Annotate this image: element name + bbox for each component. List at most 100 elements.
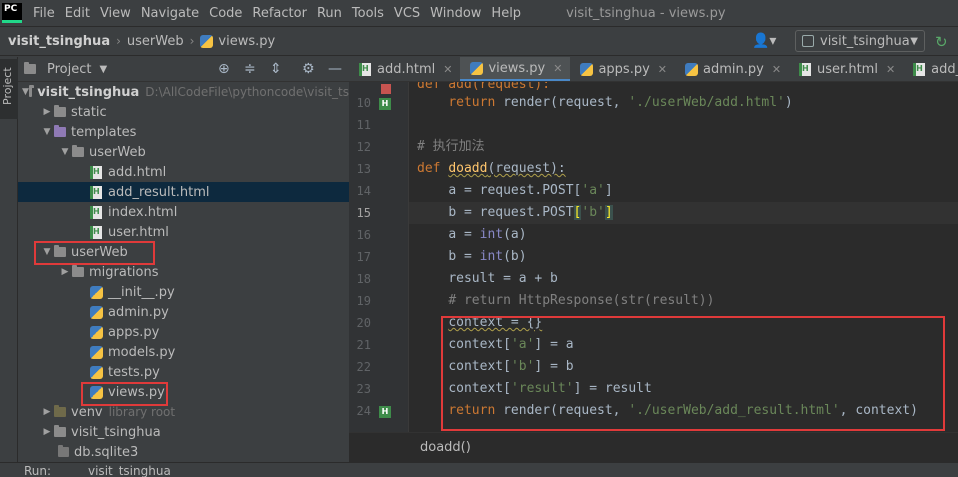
close-icon[interactable]: ✕ [658,63,667,76]
menu-run[interactable]: Run [312,6,347,21]
tree-item-label: tests.py [108,364,160,380]
editor-breadcrumb: doadd() [349,432,958,462]
tree-item-label: userWeb [89,144,146,160]
collapse-all-icon[interactable]: ≑ [244,61,256,77]
pycharm-logo-icon: PC [2,3,22,23]
chevron-down-icon[interactable]: ▼ [58,147,72,157]
tree-item-label: static [71,104,107,120]
folder-icon [72,265,84,277]
tab-add-html[interactable]: add.html ✕ [349,57,460,81]
code-line-12: # 执行加法 [417,136,485,158]
code-line-16: a = int(a) [417,224,526,246]
chevron-right-icon[interactable]: ▶ [40,107,54,117]
line-number: 10 [356,96,371,110]
project-view-title[interactable]: Project [47,62,91,77]
folder-icon [28,85,35,97]
menu-help[interactable]: Help [486,6,526,21]
tree-item-label: venv [71,404,103,420]
tree-item-label: index.html [108,204,178,220]
menu-vcs[interactable]: VCS [389,6,425,21]
template-link-icon[interactable]: H [379,98,391,110]
code-token: ] [604,205,613,220]
code-token: b = [448,249,480,264]
project-tree: ▼ visit_tsinghua D:\AllCodeFile\pythonco… [18,82,349,462]
line-number: 14 [356,184,371,198]
breadcrumb: visit_tsinghua › userWeb › views.py [8,34,275,49]
tree-item-migrations[interactable]: ▶ migrations [18,262,349,282]
tree-item-static[interactable]: ▶ static [18,102,349,122]
tree-item-label: templates [71,124,137,140]
menu-window[interactable]: Window [425,6,486,21]
run-configuration-select[interactable]: visit_tsinghua ▼ [795,30,925,52]
run-icon[interactable]: ↻ [935,33,948,51]
tree-item-views-py[interactable]: views.py [18,382,349,402]
tree-item-admin-py[interactable]: admin.py [18,302,349,322]
menu-edit[interactable]: Edit [60,6,95,21]
menu-view[interactable]: View [95,6,136,21]
folder-icon [54,105,66,117]
tree-item-tests-py[interactable]: tests.py [18,362,349,382]
tab-add-result-html[interactable]: add_result.html [903,57,958,81]
tree-item-templates[interactable]: ▼ templates [18,122,349,142]
tree-item-db[interactable]: db.sqlite3 [18,442,349,462]
tree-item-templates-userweb[interactable]: ▼ userWeb [18,142,349,162]
menu-code[interactable]: Code [204,6,247,21]
menu-navigate[interactable]: Navigate [136,6,204,21]
tree-item-root[interactable]: ▼ visit_tsinghua D:\AllCodeFile\pythonco… [18,82,349,102]
tab-views-py[interactable]: views.py ✕ [460,57,571,81]
chevron-right-icon[interactable]: ▶ [40,427,54,437]
chevron-down-icon[interactable]: ▼ [22,87,29,97]
code-comment: # return HttpResponse(str(result)) [448,293,715,308]
tree-item-label: admin.py [108,304,169,320]
tree-item-init-py[interactable]: __init__.py [18,282,349,302]
close-icon[interactable]: ✕ [886,63,895,76]
menu-bar: PC File Edit View Navigate Code Refactor… [0,0,958,26]
override-marker-icon[interactable] [381,84,391,94]
tree-item-add-html[interactable]: add.html [18,162,349,182]
folder-icon [54,405,66,417]
chevron-down-icon[interactable]: ▼ [99,64,107,75]
close-icon[interactable]: ✕ [553,62,562,75]
menu-file[interactable]: File [28,6,60,21]
tab-user-html[interactable]: user.html ✕ [789,57,903,81]
tab-admin-py[interactable]: admin.py ✕ [675,57,789,81]
locate-file-icon[interactable]: ⊕ [218,61,230,77]
editor-tab-bar: add.html ✕ views.py ✕ apps.py ✕ admin.py… [349,57,958,82]
tree-item-user-html[interactable]: user.html [18,222,349,242]
tree-item-index-html[interactable]: index.html [18,202,349,222]
editor-breadcrumb-function[interactable]: doadd() [420,440,471,455]
tree-item-apps-py[interactable]: apps.py [18,322,349,342]
tab-apps-py[interactable]: apps.py ✕ [570,57,675,81]
tree-item-add-result-html[interactable]: add_result.html [18,182,349,202]
project-folder-icon [24,62,36,74]
chevron-right-icon[interactable]: ▶ [58,267,72,277]
tab-label: views.py [488,60,546,76]
tree-item-venv[interactable]: ▶ venv library root [18,402,349,422]
hide-panel-icon[interactable]: — [328,61,342,77]
chevron-down-icon[interactable]: ▼ [40,127,54,137]
gear-icon[interactable]: ⚙ [302,61,315,77]
menu-refactor[interactable]: Refactor [247,6,312,21]
chevron-right-icon[interactable]: ▶ [40,407,54,417]
tab-label: admin.py [703,62,764,77]
tree-item-visit-pkg[interactable]: ▶ visit_tsinghua [18,422,349,442]
breadcrumb-project[interactable]: visit_tsinghua [8,34,110,49]
tree-item-models-py[interactable]: models.py [18,342,349,362]
close-icon[interactable]: ✕ [772,63,781,76]
breadcrumb-views[interactable]: views.py [218,34,275,49]
tree-root-path: D:\AllCodeFile\pythoncode\visit_ts [145,85,349,99]
chevron-down-icon: ▼ [910,35,918,47]
user-account-icon[interactable]: 👤▾ [752,33,776,49]
project-tool-tab[interactable]: Project [0,59,18,119]
line-number: 13 [356,162,371,176]
python-file-icon [90,345,103,359]
expand-all-icon[interactable]: ⇕ [270,61,282,77]
line-number: 17 [356,250,371,264]
close-icon[interactable]: ✕ [443,63,452,76]
menu-tools[interactable]: Tools [347,6,389,21]
run-tab[interactable]: visit_tsinghua [88,464,171,477]
template-link-icon[interactable]: H [379,406,391,418]
logo-text: PC [4,4,18,14]
breadcrumb-userweb[interactable]: userWeb [127,34,184,49]
code-token: ) [784,95,793,110]
